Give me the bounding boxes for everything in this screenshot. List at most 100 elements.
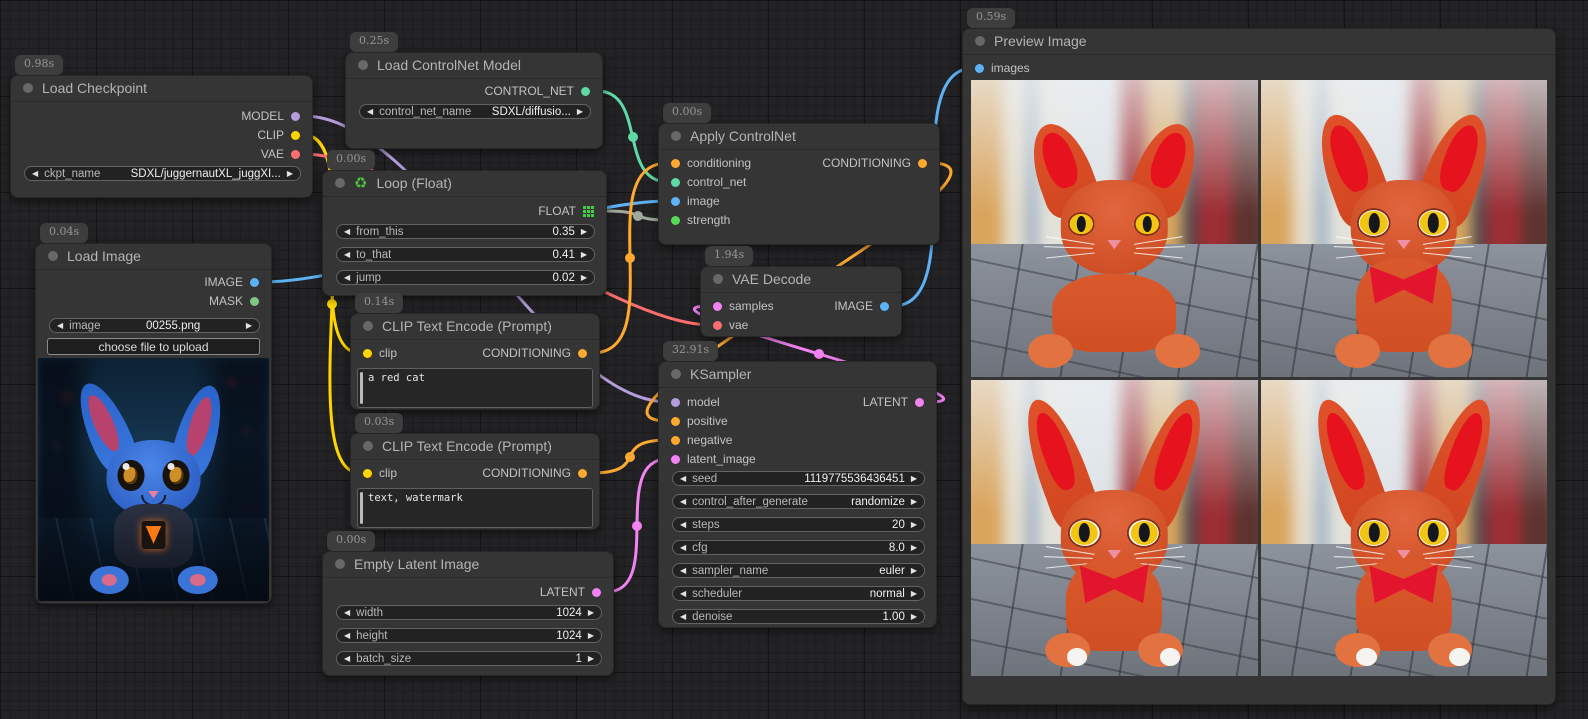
ckpt-name-widget[interactable]: ◀ ckpt_name SDXL/juggernautXL_juggXI... … [24,166,301,181]
prev-arrow-icon[interactable]: ◀ [344,228,350,236]
float-grid-icon[interactable] [583,206,594,217]
next-arrow-icon[interactable]: ▶ [246,322,252,330]
image-file-widget[interactable]: ◀ image 00255.png ▶ [49,318,260,333]
input-dot-latent-image[interactable] [671,455,680,464]
next-arrow-icon[interactable]: ▶ [581,251,587,259]
preview-image-3[interactable] [971,380,1258,677]
node-clip-text-encode-positive[interactable]: 0.14s CLIP Text Encode (Prompt) clip CON… [350,313,600,410]
node-load-checkpoint[interactable]: 0.98s Load Checkpoint MODEL CLIP VAE ◀ c… [10,75,313,198]
input-dot-vae[interactable] [713,321,722,330]
input-dot-model[interactable] [671,398,680,407]
next-arrow-icon[interactable]: ▶ [911,498,917,506]
node-ksampler[interactable]: 32.91s KSampler model positive negative … [658,361,937,628]
input-dot-image[interactable] [671,197,680,206]
node-clip-text-encode-negative[interactable]: 0.03s CLIP Text Encode (Prompt) clip CON… [350,433,600,530]
next-arrow-icon[interactable]: ▶ [588,632,594,640]
collapse-dot[interactable] [358,60,368,70]
width-widget[interactable]: ◀width1024▶ [336,605,602,620]
prev-arrow-icon[interactable]: ◀ [367,108,373,116]
node-apply-controlnet[interactable]: 0.00s Apply ControlNet conditioning cont… [658,123,940,245]
output-dot-clip[interactable] [291,131,300,140]
output-dot-vae[interactable] [291,150,300,159]
scheduler-widget[interactable]: ◀schedulernormal▶ [672,586,925,601]
collapse-dot[interactable] [23,83,33,93]
collapse-dot[interactable] [335,559,345,569]
loaded-image-preview[interactable] [38,358,269,601]
next-arrow-icon[interactable]: ▶ [581,228,587,236]
output-dot-conditioning[interactable] [578,469,587,478]
output-dot-control-net[interactable] [581,87,590,96]
prev-arrow-icon[interactable]: ◀ [680,544,686,552]
from-this-widget[interactable]: ◀from_this0.35▶ [336,224,595,239]
next-arrow-icon[interactable]: ▶ [577,108,583,116]
node-vae-decode[interactable]: 1.94s VAE Decode samples vae IMAGE [700,266,902,337]
prev-arrow-icon[interactable]: ◀ [57,322,63,330]
prompt-text-area[interactable]: a red cat [357,368,593,408]
next-arrow-icon[interactable]: ▶ [911,613,917,621]
input-dot-conditioning[interactable] [671,159,680,168]
next-arrow-icon[interactable]: ▶ [911,590,917,598]
prev-arrow-icon[interactable]: ◀ [32,170,38,178]
next-arrow-icon[interactable]: ▶ [911,521,917,529]
preview-image-2[interactable] [1261,80,1548,377]
output-dot-image[interactable] [880,302,889,311]
control-net-name-widget[interactable]: ◀ control_net_name SDXL/diffusio... ▶ [359,104,591,119]
textarea-scrollbar[interactable] [360,492,363,524]
output-dot-image[interactable] [250,278,259,287]
prompt-text-area[interactable]: text, watermark [357,488,593,528]
input-dot-strength[interactable] [671,216,680,225]
prev-arrow-icon[interactable]: ◀ [680,475,686,483]
denoise-widget[interactable]: ◀denoise1.00▶ [672,609,925,624]
node-loop-float[interactable]: 0.00s ♻Loop (Float) FLOAT ◀from_this0.35… [322,170,607,296]
prev-arrow-icon[interactable]: ◀ [680,521,686,529]
prev-arrow-icon[interactable]: ◀ [344,251,350,259]
collapse-dot[interactable] [671,369,681,379]
prev-arrow-icon[interactable]: ◀ [344,609,350,617]
collapse-dot[interactable] [363,321,373,331]
choose-file-button[interactable]: choose file to upload [47,338,260,355]
seed-widget[interactable]: ◀seed1119775536436451▶ [672,471,925,486]
prev-arrow-icon[interactable]: ◀ [680,567,686,575]
preview-image-1[interactable] [971,80,1258,377]
next-arrow-icon[interactable]: ▶ [581,274,587,282]
node-load-image[interactable]: 0.04s Load Image IMAGE MASK ◀ image 0025… [35,243,272,604]
next-arrow-icon[interactable]: ▶ [911,544,917,552]
collapse-dot[interactable] [335,178,345,188]
cfg-widget[interactable]: ◀cfg8.0▶ [672,540,925,555]
next-arrow-icon[interactable]: ▶ [588,609,594,617]
collapse-dot[interactable] [363,441,373,451]
textarea-scrollbar[interactable] [360,372,363,404]
node-empty-latent-image[interactable]: 0.00s Empty Latent Image LATENT ◀width10… [322,551,614,676]
sampler-name-widget[interactable]: ◀sampler_nameeuler▶ [672,563,925,578]
batch-size-widget[interactable]: ◀batch_size1▶ [336,651,602,666]
prev-arrow-icon[interactable]: ◀ [680,498,686,506]
prev-arrow-icon[interactable]: ◀ [344,632,350,640]
prev-arrow-icon[interactable]: ◀ [680,590,686,598]
to-that-widget[interactable]: ◀to_that0.41▶ [336,247,595,262]
collapse-dot[interactable] [975,36,985,46]
collapse-dot[interactable] [671,131,681,141]
control-after-generate-widget[interactable]: ◀control_after_generaterandomize▶ [672,494,925,509]
prev-arrow-icon[interactable]: ◀ [344,655,350,663]
input-dot-clip[interactable] [363,349,372,358]
input-dot-positive[interactable] [671,417,680,426]
next-arrow-icon[interactable]: ▶ [287,170,293,178]
node-preview-image[interactable]: 0.59s Preview Image images [962,28,1556,705]
output-dot-model[interactable] [291,112,300,121]
output-dot-conditioning[interactable] [578,349,587,358]
collapse-dot[interactable] [48,251,58,261]
prev-arrow-icon[interactable]: ◀ [344,274,350,282]
height-widget[interactable]: ◀height1024▶ [336,628,602,643]
input-dot-images[interactable] [975,64,984,73]
output-dot-conditioning[interactable] [918,159,927,168]
input-dot-samples[interactable] [713,302,722,311]
input-dot-control-net[interactable] [671,178,680,187]
node-graph-canvas[interactable]: 0.98s Load Checkpoint MODEL CLIP VAE ◀ c… [0,0,1588,719]
output-dot-mask[interactable] [250,297,259,306]
next-arrow-icon[interactable]: ▶ [911,567,917,575]
collapse-dot[interactable] [713,274,723,284]
output-dot-latent[interactable] [592,588,601,597]
output-dot-latent[interactable] [915,398,924,407]
input-dot-clip[interactable] [363,469,372,478]
next-arrow-icon[interactable]: ▶ [911,475,917,483]
